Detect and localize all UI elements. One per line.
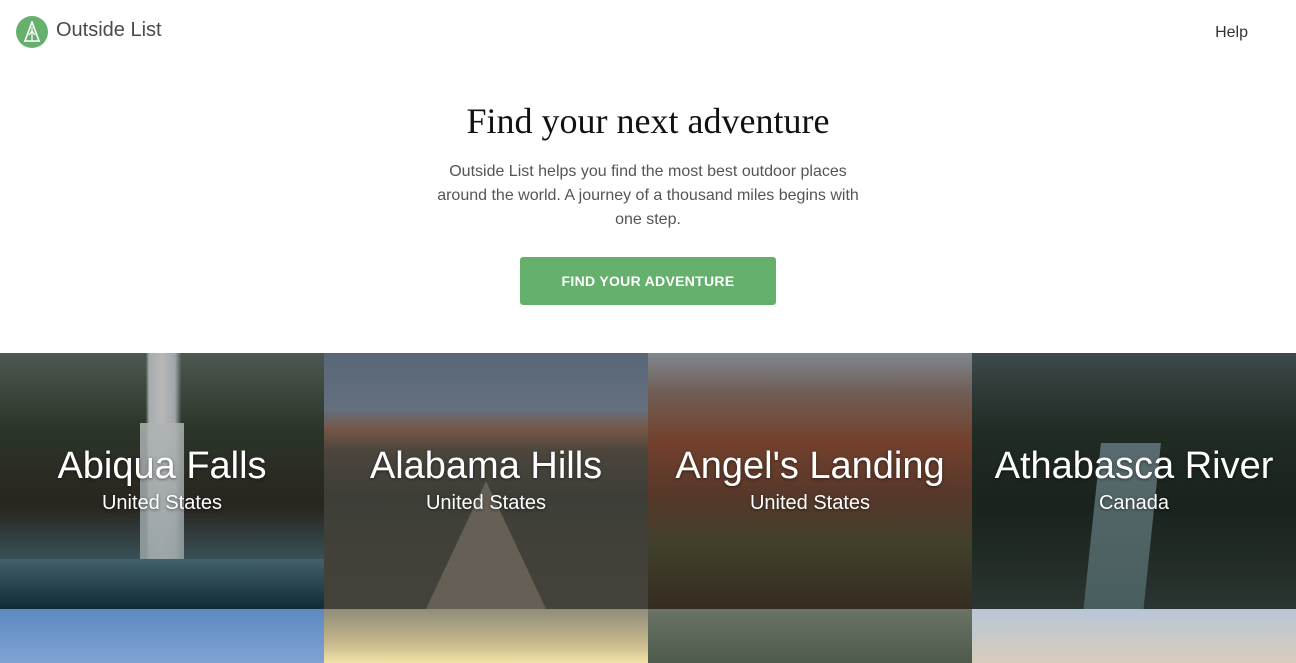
place-country: United States <box>101 492 223 514</box>
brand-name[interactable]: Outside List <box>56 19 162 42</box>
place-name: Alabama Hills <box>369 445 603 487</box>
find-adventure-button[interactable]: FIND YOUR ADVENTURE <box>520 257 776 305</box>
place-card-abiqua-falls[interactable]: Abiqua Falls United States <box>0 353 324 609</box>
place-card-alabama-hills[interactable]: Alabama Hills United States <box>324 353 648 609</box>
top-navbar: Outside List Help <box>0 0 1296 64</box>
place-country: United States <box>425 492 547 514</box>
hero-description: Outside List helps you find the most bes… <box>437 163 859 228</box>
place-card-athabasca-river[interactable]: Athabasca River Canada <box>972 353 1296 609</box>
place-name: Athabasca River <box>994 445 1274 487</box>
place-card-partial[interactable] <box>324 609 648 663</box>
place-country: Canada <box>1098 492 1170 514</box>
help-link[interactable]: Help <box>1215 24 1248 42</box>
places-grid: Abiqua Falls United States Alabama Hills… <box>0 353 1296 663</box>
place-country: United States <box>749 492 871 514</box>
place-name: Abiqua Falls <box>57 445 267 487</box>
page-title: Find your next adventure <box>466 101 830 141</box>
place-name: Angel's Landing <box>675 445 945 487</box>
tree-tent-icon <box>23 21 41 42</box>
hero-section: Find your next adventure Outside List he… <box>0 64 1296 353</box>
place-card-partial[interactable] <box>972 609 1296 663</box>
place-card-angels-landing[interactable]: Angel's Landing United States <box>648 353 972 609</box>
logo[interactable] <box>16 16 48 48</box>
place-card-partial[interactable] <box>648 609 972 663</box>
place-card-partial[interactable] <box>0 609 324 663</box>
